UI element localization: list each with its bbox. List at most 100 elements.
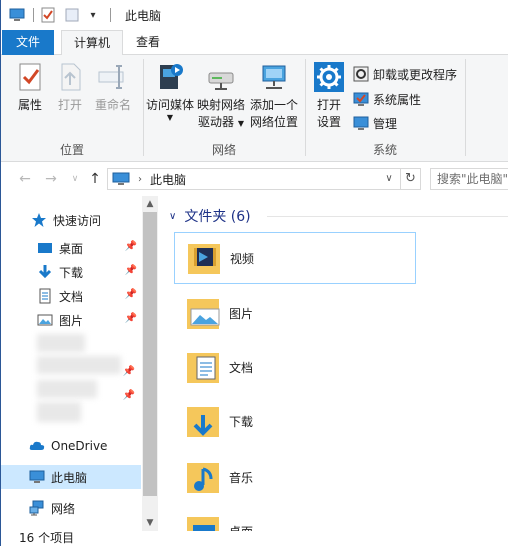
access-media-dropdown-icon: ▼ [166, 113, 174, 122]
nav-this-pc-label: 此电脑 [51, 470, 88, 485]
properties-icon [14, 61, 46, 93]
scroll-down-icon[interactable]: ▼ [142, 516, 158, 530]
manage-label: 管理 [373, 116, 398, 131]
system-properties-button[interactable]: 系统属性 [353, 88, 421, 110]
ribbon-group-network: 访问媒体 ▼ 映射网络 驱动器 ▼ 添加一个 网络位置 网络 [143, 55, 305, 162]
nav-item-pictures[interactable]: 图片 📌 [1, 308, 141, 332]
folder-label: 下载 [229, 414, 254, 429]
status-bar: 16 个项目 [1, 531, 508, 546]
pin-icon[interactable]: 📌 [123, 390, 135, 401]
map-network-drive-label-1: 映射网络 [196, 98, 245, 112]
rename-label: 重命名 [94, 98, 131, 112]
nav-item-downloads[interactable]: 下载 📌 [1, 260, 141, 284]
rename-button[interactable]: 重命名 [91, 61, 135, 114]
search-input[interactable]: 搜索"此电脑" [430, 168, 508, 190]
folder-item-downloads[interactable]: 下载 [183, 398, 423, 444]
nav-scrollbar[interactable]: ▲ ▼ [142, 196, 158, 531]
folder-label: 音乐 [229, 470, 254, 485]
tab-computer[interactable]: 计算机 [61, 30, 123, 56]
nav-item-this-pc[interactable]: 此电脑 [1, 465, 141, 489]
nav-item-desktop[interactable]: 桌面 📌 [1, 236, 141, 260]
folders-section-header[interactable]: ∨ 文件夹 (6) [169, 206, 508, 226]
address-dropdown-icon[interactable]: ∨ [382, 169, 396, 189]
ribbon-group-network-label: 网络 [211, 143, 236, 157]
add-network-location-button[interactable]: 添加一个 网络位置 [247, 61, 301, 131]
nav-item-onedrive[interactable]: OneDrive [1, 434, 141, 458]
map-network-drive-button[interactable]: 映射网络 驱动器 ▼ [195, 61, 247, 132]
computer-icon [29, 469, 45, 485]
forward-arrow-icon[interactable]: → [43, 171, 59, 187]
pin-icon[interactable]: 📌 [125, 265, 137, 276]
system-properties-icon [353, 91, 369, 107]
video-folder-icon [184, 238, 224, 278]
tab-file[interactable]: 文件 [2, 30, 54, 55]
desktop-icon [37, 240, 53, 256]
download-arrow-icon [37, 264, 53, 280]
add-network-location-label-1: 添加一个 [249, 98, 298, 112]
ribbon-group-system-label: 系统 [372, 143, 397, 157]
network-drive-icon [205, 61, 237, 93]
nav-item-quick-access[interactable]: 快速访问 [1, 208, 141, 232]
manage-button[interactable]: 管理 [353, 112, 397, 134]
pin-icon[interactable]: 📌 [125, 289, 137, 300]
redacted-nav-item [37, 380, 97, 398]
star-icon [31, 212, 47, 228]
window-title: 此电脑 [125, 8, 162, 23]
scrollbar-thumb[interactable] [143, 212, 157, 496]
downloads-folder-icon [183, 401, 223, 441]
nav-pictures-label: 图片 [59, 313, 84, 328]
picture-icon [37, 312, 53, 328]
pin-icon[interactable]: 📌 [125, 241, 137, 252]
network-icon [29, 500, 45, 516]
nav-item-documents[interactable]: 文档 📌 [1, 284, 141, 308]
back-arrow-icon[interactable]: ← [17, 171, 33, 187]
nav-documents-label: 文档 [59, 289, 84, 304]
open-icon [54, 61, 86, 93]
media-icon [154, 61, 186, 93]
uninstall-icon [353, 66, 369, 82]
breadcrumb-separator-icon[interactable]: › [138, 174, 142, 185]
customize-quick-access-dropdown[interactable]: ▾ [88, 7, 98, 23]
access-media-button[interactable]: 访问媒体 ▼ [145, 61, 195, 122]
properties-button[interactable]: 属性 [11, 61, 49, 114]
open-settings-label-1: 打开 [316, 98, 341, 112]
folder-item-documents[interactable]: 文档 [183, 344, 423, 390]
redacted-nav-item [37, 402, 81, 422]
music-folder-icon [183, 457, 223, 497]
pin-icon[interactable]: 📌 [125, 313, 137, 324]
item-count: 16 个项目 [19, 531, 75, 545]
recent-locations-chevron-icon[interactable]: ∨ [67, 171, 83, 187]
computer-icon[interactable] [9, 7, 25, 23]
ribbon-group-separator [465, 59, 466, 156]
new-folder-icon[interactable] [64, 7, 80, 23]
address-bar[interactable]: › 此电脑 ∨ ↻ [107, 168, 421, 190]
folder-item-videos[interactable]: 视频 [174, 232, 416, 284]
folder-item-music[interactable]: 音乐 [183, 454, 423, 500]
open-settings-button[interactable]: 打开 设置 [309, 61, 349, 131]
breadcrumb-this-pc[interactable]: 此电脑 [150, 171, 186, 188]
properties-check-icon[interactable] [40, 7, 56, 23]
ribbon-group-location: 属性 打开 重命名 位置 [1, 55, 143, 162]
file-explorer-window: ▾ 此电脑 文件 计算机 查看 属性 打开 重命名 位置 访问媒体 ▼ 映射网络… [0, 0, 508, 546]
section-divider [267, 216, 508, 217]
collapse-chevron-icon[interactable]: ∨ [169, 211, 176, 222]
rename-icon [97, 61, 129, 93]
nav-item-network[interactable]: 网络 [1, 496, 141, 520]
open-button[interactable]: 打开 [53, 61, 87, 114]
title-bar: ▾ 此电脑 [1, 0, 508, 30]
folder-item-pictures[interactable]: 图片 [183, 290, 423, 336]
scroll-up-icon[interactable]: ▲ [142, 197, 158, 211]
refresh-icon[interactable]: ↻ [400, 169, 420, 189]
properties-label: 属性 [17, 98, 42, 112]
ribbon: 属性 打开 重命名 位置 访问媒体 ▼ 映射网络 驱动器 ▼ 添加一个 网络位置… [1, 55, 508, 162]
nav-downloads-label: 下载 [59, 265, 84, 280]
tab-view[interactable]: 查看 [127, 30, 169, 55]
map-drive-dropdown-icon: ▼ [237, 119, 244, 128]
pictures-folder-icon [183, 293, 223, 333]
ribbon-tabs: 文件 计算机 查看 [1, 30, 508, 56]
folders-section-title: 文件夹 (6) [184, 209, 251, 225]
uninstall-program-button[interactable]: 卸载或更改程序 [353, 63, 457, 85]
pin-icon[interactable]: 📌 [123, 366, 135, 377]
redacted-nav-item [37, 334, 85, 352]
up-arrow-icon[interactable]: ↑ [87, 171, 103, 187]
